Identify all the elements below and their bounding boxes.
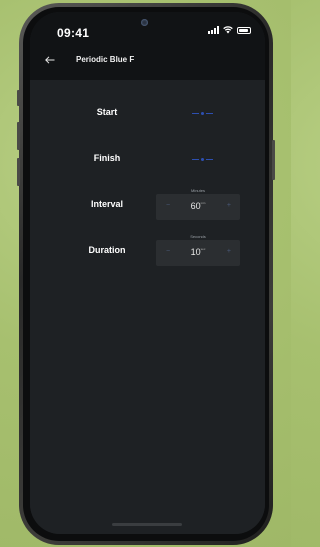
mute-switch (17, 90, 20, 106)
finish-label: Finish (93, 153, 121, 163)
interval-value: 60 (190, 201, 201, 211)
arrow-left-icon (45, 56, 55, 64)
duration-caption: Seconds (190, 234, 206, 239)
status-time: 09:41 (57, 26, 90, 40)
interval-unit: min (200, 201, 206, 205)
picker-dot (201, 112, 204, 115)
picker-dash-left (192, 113, 199, 114)
app-bar: Periodic Blue F (30, 42, 265, 80)
finish-time-picker[interactable] (178, 154, 240, 165)
plus-icon[interactable]: + (227, 248, 231, 255)
wifi-icon (223, 26, 233, 34)
status-bar: 09:41 (30, 12, 265, 42)
picker-dash-right (206, 113, 213, 114)
battery-icon (237, 26, 251, 34)
start-label: Start (96, 107, 118, 117)
interval-stepper[interactable]: − 60min + (156, 194, 240, 220)
duration-unit: sec (200, 247, 206, 251)
cellular-signal-icon (208, 26, 219, 34)
picker-dot (201, 158, 204, 161)
home-indicator[interactable] (112, 523, 182, 526)
back-button[interactable] (42, 51, 58, 69)
page-title: Periodic Blue F (76, 55, 135, 64)
interval-label: Interval (90, 199, 123, 209)
status-icons (208, 26, 251, 34)
settings-content: Start Finish Interval Minutes − 60min + … (30, 80, 265, 534)
duration-label: Duration (88, 245, 126, 255)
start-time-picker[interactable] (178, 108, 240, 119)
duration-value: 10 (190, 247, 201, 257)
phone-screen: 09:41 Periodic Blue F Start Finish Inter… (30, 12, 265, 534)
volume-up-button (17, 122, 20, 150)
volume-down-button (17, 158, 20, 186)
picker-dash-right (206, 159, 213, 160)
picker-dash-left (192, 159, 199, 160)
front-camera-icon (141, 19, 148, 26)
power-button (272, 140, 275, 180)
plus-icon[interactable]: + (227, 202, 231, 209)
interval-caption: Minutes (190, 188, 205, 193)
duration-stepper[interactable]: − 10sec + (156, 240, 240, 266)
